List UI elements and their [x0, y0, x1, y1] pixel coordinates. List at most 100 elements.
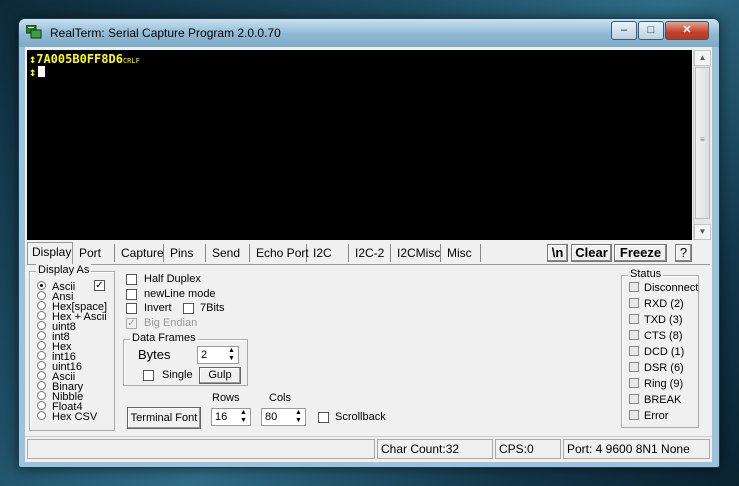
spin-down-icon[interactable]: ▼ [225, 355, 238, 363]
tab-i2cmisc[interactable]: I2CMisc [393, 244, 441, 262]
display-panel: Display As ✓ Ascii Ansi Hex[space] Hex +… [27, 264, 710, 433]
terminal-font-button[interactable]: Terminal Font [127, 407, 201, 429]
window-title: RealTerm: Serial Capture Program 2.0.0.7… [50, 26, 281, 40]
crlf-marker: CRLF [122, 57, 140, 65]
status-txd: TXD (3) [629, 314, 683, 328]
realterm-app-icon [26, 25, 42, 39]
status-led-icon [629, 298, 639, 308]
invert-label: Invert [144, 302, 172, 314]
tab-i2c[interactable]: I2C [309, 244, 349, 262]
spin-arrows[interactable]: ▲ ▼ [292, 409, 305, 425]
bytes-label: Bytes [138, 347, 171, 362]
bytes-spinner[interactable]: 2 ▲ ▼ [197, 346, 239, 364]
spin-up-icon[interactable]: ▲ [237, 409, 250, 417]
cols-label: Cols [269, 392, 292, 404]
radio-icon [37, 311, 46, 320]
seven-bits-label: 7Bits [200, 302, 225, 314]
title-bar[interactable]: RealTerm: Serial Capture Program 2.0.0.7… [19, 19, 719, 47]
newline-mode-checkbox[interactable] [126, 289, 137, 300]
spin-up-icon[interactable]: ▲ [292, 409, 305, 417]
scrollback-label: Scrollback [335, 411, 386, 423]
spin-arrows[interactable]: ▲ ▼ [225, 347, 238, 363]
single-label: Single [162, 369, 193, 381]
spin-up-icon[interactable]: ▲ [225, 347, 238, 355]
tab-port[interactable]: Port [75, 244, 115, 262]
half-duplex-checkbox[interactable] [126, 274, 137, 285]
scroll-thumb[interactable]: ≡ [695, 67, 710, 219]
tab-pins[interactable]: Pins [166, 244, 206, 262]
cps-value: CPS:0 [495, 439, 561, 459]
radio-icon [37, 371, 46, 380]
status-bar-blank [27, 439, 375, 459]
terminal-line-2: ↕ [29, 65, 46, 79]
status-group: Status Disconnect RXD (2) TXD (3) CTS (8… [621, 268, 699, 428]
client-area: ↕7A005B0FF8D6CRLF ↕ ▲ ≡ ▼ Display Port C… [25, 47, 712, 462]
rows-value: 16 [215, 411, 228, 423]
tab-echo-port[interactable]: Echo Port [252, 244, 309, 262]
single-checkbox[interactable] [143, 370, 154, 381]
minimize-button[interactable]: – [611, 21, 637, 40]
seven-bits-checkbox[interactable] [183, 303, 194, 314]
radio-hex-csv[interactable]: Hex CSV [37, 411, 97, 423]
freeze-button[interactable]: Freeze [614, 244, 667, 262]
terminal-line-marker: ↕ [29, 65, 37, 79]
radio-icon [37, 351, 46, 360]
tab-capture[interactable]: Capture [117, 244, 164, 262]
scrollback-checkbox[interactable] [318, 412, 329, 423]
terminal-display[interactable]: ↕7A005B0FF8D6CRLF ↕ [27, 50, 692, 240]
terminal-scrollbar[interactable]: ▲ ≡ ▼ [693, 50, 711, 240]
tab-misc[interactable]: Misc [443, 244, 481, 262]
radio-icon [37, 411, 46, 420]
clear-button[interactable]: Clear [571, 244, 612, 262]
terminal-data: 7A005B0FF8D6 [36, 52, 123, 66]
terminal-line-1: ↕7A005B0FF8D6CRLF [29, 52, 140, 66]
big-endian-label: Big Endian [144, 317, 198, 329]
close-button[interactable]: ✕ [665, 21, 709, 40]
cols-spinner[interactable]: 80 ▲ ▼ [261, 408, 306, 426]
minimize-icon: – [620, 24, 628, 36]
maximize-icon: □ [647, 24, 655, 36]
radio-icon [37, 321, 46, 330]
big-endian-checkbox: ✓ [126, 318, 137, 329]
scroll-down-icon[interactable]: ▼ [694, 224, 711, 240]
status-label: Status [628, 268, 664, 280]
status-dcd: DCD (1) [629, 346, 684, 360]
spin-arrows[interactable]: ▲ ▼ [237, 409, 250, 425]
radio-icon [37, 401, 46, 410]
radio-icon [37, 301, 46, 310]
terminal-cursor [38, 66, 46, 77]
tab-bar: Display Port Capture Pins Send Echo Port… [27, 242, 710, 264]
data-frames-group: Data Frames Bytes 2 ▲ ▼ Single Gulp [123, 332, 248, 386]
invert-checkbox[interactable] [126, 303, 137, 314]
spin-down-icon[interactable]: ▼ [292, 417, 305, 425]
display-as-group: Display As ✓ Ascii Ansi Hex[space] Hex +… [29, 264, 115, 431]
help-button[interactable]: ? [675, 244, 692, 262]
status-error: Error [629, 410, 668, 424]
rows-spinner[interactable]: 16 ▲ ▼ [211, 408, 251, 426]
close-icon: ✕ [682, 24, 692, 36]
maximize-button[interactable]: □ [638, 21, 664, 40]
status-disconnect: Disconnect [629, 282, 698, 296]
rows-label: Rows [212, 392, 240, 404]
radio-icon [37, 391, 46, 400]
status-led-icon [629, 282, 639, 292]
status-led-icon [629, 410, 639, 420]
tab-display[interactable]: Display [27, 242, 73, 264]
radio-icon [37, 331, 46, 340]
half-duplex-label: Half Duplex [144, 273, 201, 285]
spin-down-icon[interactable]: ▼ [237, 417, 250, 425]
data-frames-label: Data Frames [130, 332, 198, 344]
status-ring: Ring (9) [629, 378, 683, 392]
radio-icon [37, 361, 46, 370]
display-as-checkbox[interactable]: ✓ [94, 280, 105, 291]
radio-icon [37, 341, 46, 350]
newline-button[interactable]: \n [547, 244, 568, 262]
tab-i2c-2[interactable]: I2C-2 [351, 244, 391, 262]
status-rxd: RXD (2) [629, 298, 684, 312]
realterm-window: RealTerm: Serial Capture Program 2.0.0.7… [18, 18, 720, 468]
scroll-up-icon[interactable]: ▲ [694, 50, 711, 66]
status-dsr: DSR (6) [629, 362, 684, 376]
tab-send[interactable]: Send [208, 244, 250, 262]
gulp-button[interactable]: Gulp [199, 367, 241, 384]
status-led-icon [629, 394, 639, 404]
